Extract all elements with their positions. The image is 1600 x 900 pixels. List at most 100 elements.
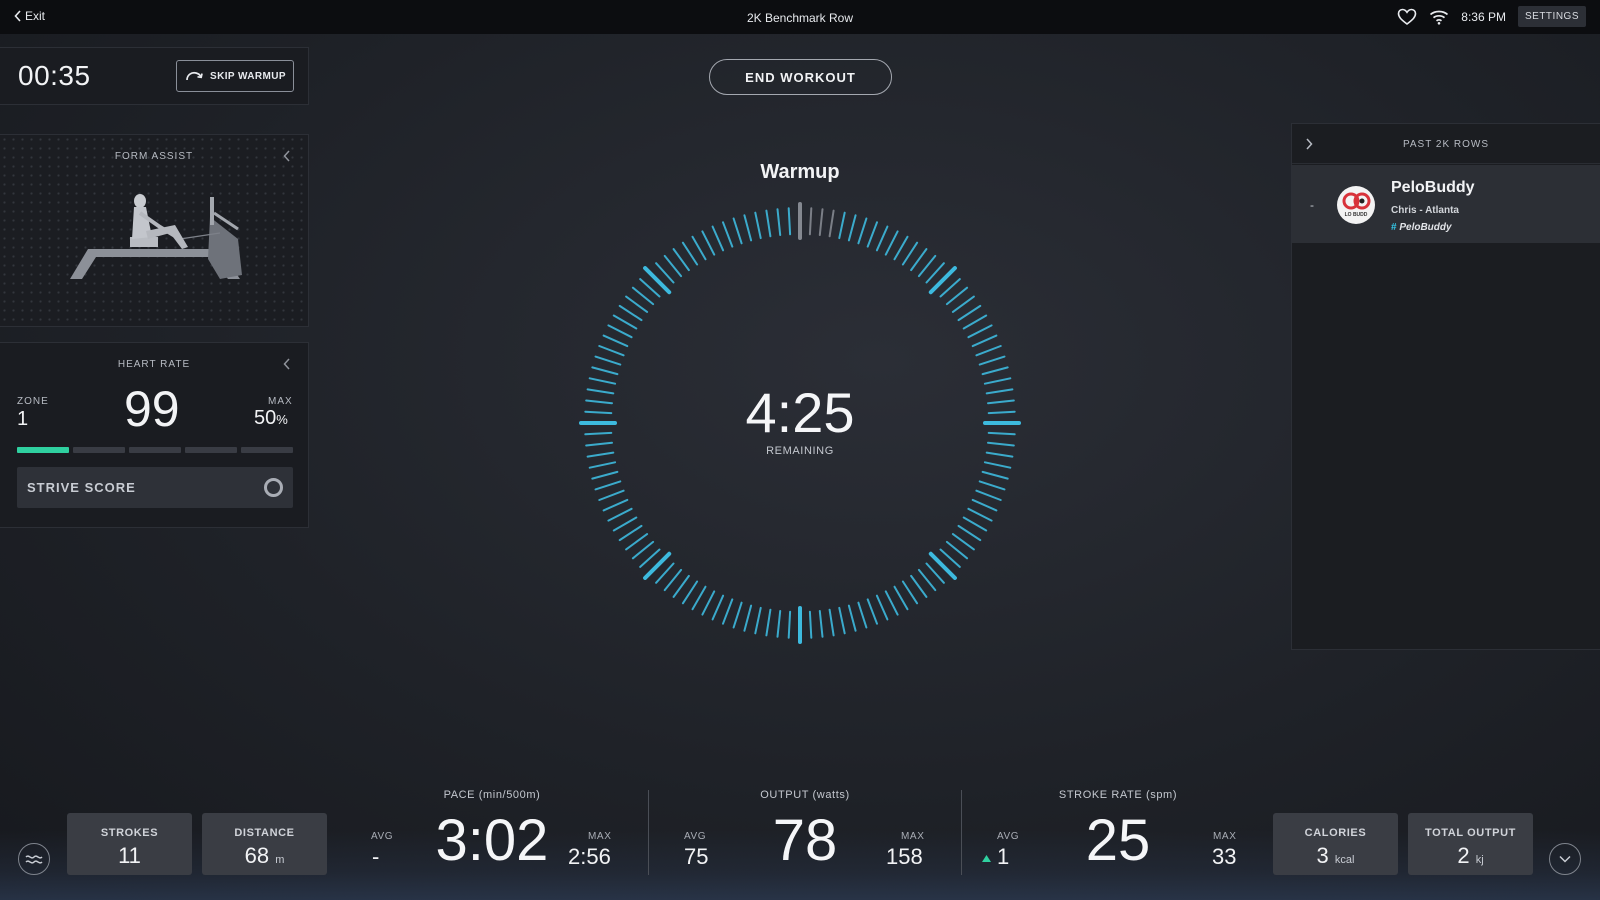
- ring-tick: [618, 524, 643, 542]
- ring-tick: [612, 516, 638, 532]
- ring-tick: [987, 399, 1015, 405]
- divider: [648, 790, 649, 875]
- strive-score-label: STRIVE SCORE: [27, 480, 136, 495]
- ring-tick: [618, 304, 643, 322]
- ring-tick: [901, 241, 919, 266]
- stroke-rate-max-label: MAX: [1213, 831, 1237, 842]
- ring-tick: [901, 580, 919, 605]
- output-avg-label: AVG: [684, 831, 707, 842]
- ring-tick: [701, 590, 716, 616]
- leaderboard-panel: PAST 2K ROWS - LO BUDD PeloBuddy Chris -…: [1291, 123, 1600, 650]
- leaderboard-rank: -: [1310, 198, 1314, 212]
- waves-icon: [25, 855, 43, 864]
- divider: [961, 790, 962, 875]
- skip-warmup-button[interactable]: SKIP WARMUP: [176, 60, 294, 92]
- chevron-left-icon[interactable]: [282, 149, 292, 163]
- pace-max-value: 2:56: [568, 844, 611, 869]
- ring-tick: [951, 295, 975, 313]
- ring-tick: [681, 241, 699, 266]
- distance-label: DISTANCE: [234, 827, 295, 839]
- time-remaining: 4:25: [745, 381, 855, 444]
- ring-tick: [776, 610, 782, 638]
- ring-tick: [866, 221, 878, 248]
- ring-tick: [983, 377, 1012, 385]
- ring-tick: [838, 211, 846, 240]
- ring-tick: [962, 314, 988, 330]
- ring-tick: [588, 377, 617, 385]
- ring-tick: [967, 324, 993, 339]
- ring-tick: [981, 366, 1009, 376]
- ring-tick: [586, 451, 615, 458]
- ring-tick: [987, 431, 1016, 436]
- ring-tick: [917, 568, 937, 592]
- wifi-icon: [1430, 10, 1449, 25]
- output-title: OUTPUT (watts): [760, 789, 850, 801]
- ring-tick: [631, 540, 655, 560]
- total-output-unit: kj: [1475, 854, 1484, 866]
- trend-up-icon: [982, 855, 991, 862]
- chevron-left-icon[interactable]: [282, 357, 292, 371]
- strive-score-card[interactable]: STRIVE SCORE: [17, 467, 293, 508]
- output-max-value: 158: [886, 844, 923, 869]
- rower-figure-illustration: [70, 194, 242, 279]
- leaderboard-username: PeloBuddy: [1391, 179, 1475, 196]
- ring-tick: [866, 598, 878, 625]
- water-rower-button[interactable]: [18, 843, 50, 875]
- distance-stat: DISTANCE 68 m: [202, 813, 327, 875]
- ring-tick: [776, 208, 782, 236]
- ring-tick: [598, 345, 625, 357]
- ring-tick: [967, 507, 993, 522]
- ring-tick: [691, 585, 707, 611]
- ring-tick: [691, 235, 707, 261]
- avatar[interactable]: LO BUDD: [1337, 186, 1375, 224]
- ring-tick: [722, 221, 734, 248]
- ring-tick: [743, 214, 753, 242]
- ring-tick: [987, 410, 1016, 415]
- expand-metrics-button[interactable]: [1549, 843, 1581, 875]
- ring-tick: [681, 580, 699, 605]
- zone-bar-5: [241, 447, 293, 453]
- strokes-label: STROKES: [100, 827, 159, 839]
- ring-tick: [857, 601, 868, 629]
- output-max-label: MAX: [901, 831, 925, 842]
- ring-tick: [981, 470, 1009, 480]
- leaderboard-row[interactable]: - LO BUDD PeloBuddy Chris - Atlanta # Pe…: [1292, 165, 1600, 243]
- ring-tick: [655, 262, 675, 284]
- ring-tick: [847, 604, 857, 632]
- zone-bar-3: [129, 447, 181, 453]
- end-workout-button[interactable]: END WORKOUT: [709, 59, 892, 95]
- ring-tick: [765, 209, 772, 238]
- hashtag-icon: #: [1391, 222, 1397, 233]
- ring-tick: [910, 248, 928, 272]
- ring-tick: [612, 314, 638, 330]
- ring-tick: [743, 604, 753, 632]
- max-hr-label: MAX: [268, 396, 293, 407]
- ring-tick: [978, 480, 1006, 491]
- clock: 8:36 PM: [1461, 9, 1506, 24]
- ring-tick: [939, 548, 961, 568]
- ring-tick: [672, 248, 690, 272]
- zone-bar-1: [17, 447, 69, 453]
- ring-tick: [945, 540, 969, 560]
- output-current-value: 78: [772, 808, 838, 873]
- workout-title: 2K Benchmark Row: [746, 11, 854, 25]
- form-assist-heading: FORM ASSIST: [114, 151, 194, 162]
- ring-tick: [602, 334, 629, 348]
- pace-avg-value: -: [372, 844, 380, 869]
- settings-button[interactable]: SETTINGS: [1517, 6, 1586, 27]
- heart-icon[interactable]: [1397, 8, 1417, 26]
- ring-tick: [884, 590, 899, 616]
- ring-tick: [584, 431, 613, 436]
- leaderboard-heading: PAST 2K ROWS: [1402, 139, 1490, 150]
- top-bar: Exit 2K Benchmark Row 8:36 PM SETTINGS: [0, 0, 1600, 34]
- calories-label: CALORIES: [1304, 827, 1367, 839]
- heart-rate-heading: HEART RATE: [117, 359, 191, 370]
- ring-tick: [639, 278, 661, 298]
- ring-tick: [711, 594, 725, 621]
- ring-tick: [939, 278, 961, 298]
- max-hr-value: 50%: [254, 407, 288, 430]
- ring-tick: [765, 608, 772, 637]
- ring-tick: [591, 470, 619, 480]
- ring-tick: [957, 524, 982, 542]
- ring-tick: [893, 235, 909, 261]
